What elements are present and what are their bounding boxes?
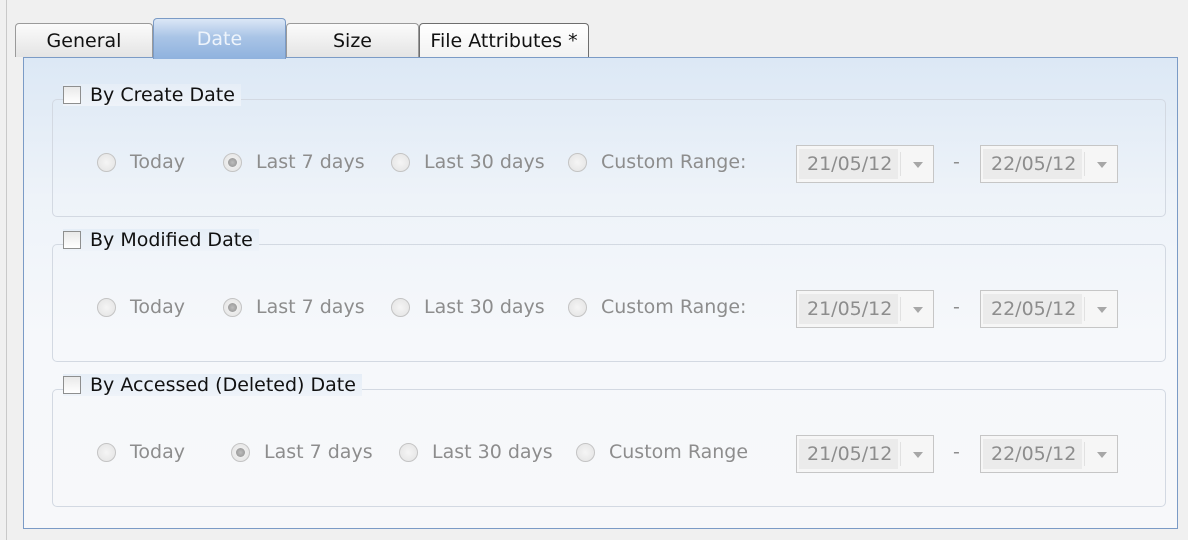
from-date-value: 21/05/12 xyxy=(799,294,899,324)
tab-general-label: General xyxy=(46,29,122,52)
create-date-options: Today Last 7 days Last 30 days Custom Ra… xyxy=(53,145,1165,183)
to-date-value: 22/05/12 xyxy=(983,294,1083,324)
date-tab-panel: By Create Date Today Last 7 days Last 30… xyxy=(23,57,1178,529)
option-label: Last 7 days xyxy=(256,296,365,318)
create-from-date-select[interactable]: 21/05/12 xyxy=(796,145,934,183)
accessed-date-options: Today Last 7 days Last 30 days Custom Ra… xyxy=(53,435,1165,473)
modified-custom-option[interactable]: Custom Range: xyxy=(568,296,746,318)
option-label: Last 30 days xyxy=(424,296,545,318)
radio-icon[interactable] xyxy=(97,152,116,172)
chevron-down-icon[interactable] xyxy=(913,452,923,458)
chevron-down-icon[interactable] xyxy=(1097,307,1107,313)
radio-icon[interactable] xyxy=(399,442,418,462)
create-date-header: By Create Date xyxy=(63,84,241,106)
tab-size[interactable]: Size xyxy=(286,23,419,57)
option-label: Custom Range: xyxy=(601,296,747,318)
tab-file-attributes[interactable]: File Attributes * xyxy=(419,23,589,57)
options-frame: General Date Size File Attributes * By C… xyxy=(6,0,1183,540)
accessed-date-checkbox[interactable] xyxy=(63,376,81,394)
radio-icon[interactable] xyxy=(568,297,587,317)
modified-date-checkbox[interactable] xyxy=(63,231,81,249)
modified-today-option[interactable]: Today xyxy=(97,296,185,318)
create-last7-option[interactable]: Last 7 days xyxy=(223,151,365,173)
create-custom-option[interactable]: Custom Range: xyxy=(568,151,746,173)
modified-date-header: By Modified Date xyxy=(63,229,259,251)
chevron-down-icon[interactable] xyxy=(913,307,923,313)
modified-last7-option[interactable]: Last 7 days xyxy=(223,296,365,318)
create-today-option[interactable]: Today xyxy=(97,151,185,173)
combo-separator xyxy=(900,442,901,466)
range-dash: - xyxy=(953,296,960,318)
option-label: Custom Range xyxy=(609,441,749,463)
option-label: Today xyxy=(130,441,185,463)
modified-date-group: By Modified Date Today Last 7 days Last … xyxy=(52,229,1166,362)
option-label: Last 7 days xyxy=(264,441,373,463)
modified-date-title: By Modified Date xyxy=(90,229,253,251)
option-label: Last 7 days xyxy=(256,151,365,173)
combo-separator xyxy=(1084,152,1085,176)
radio-icon[interactable] xyxy=(391,152,410,172)
from-date-value: 21/05/12 xyxy=(799,439,899,469)
create-date-title: By Create Date xyxy=(90,84,235,106)
accessed-from-date-select[interactable]: 21/05/12 xyxy=(796,435,934,473)
modified-date-options: Today Last 7 days Last 30 days Custom Ra… xyxy=(53,290,1165,328)
to-date-value: 22/05/12 xyxy=(983,439,1083,469)
radio-icon[interactable] xyxy=(97,442,116,462)
accessed-custom-option[interactable]: Custom Range xyxy=(576,441,748,463)
chevron-down-icon[interactable] xyxy=(1097,452,1107,458)
create-date-group: By Create Date Today Last 7 days Last 30… xyxy=(52,84,1166,217)
modified-last30-option[interactable]: Last 30 days xyxy=(391,296,545,318)
accessed-date-group: By Accessed (Deleted) Date Today Last 7 … xyxy=(52,374,1166,507)
modified-to-date-select[interactable]: 22/05/12 xyxy=(980,290,1118,328)
combo-separator xyxy=(900,152,901,176)
radio-selected-icon[interactable] xyxy=(223,152,242,172)
option-label: Today xyxy=(130,296,185,318)
accessed-today-option[interactable]: Today xyxy=(97,441,185,463)
chevron-down-icon[interactable] xyxy=(913,162,923,168)
option-label: Last 30 days xyxy=(432,441,553,463)
accessed-last30-option[interactable]: Last 30 days xyxy=(399,441,553,463)
radio-icon[interactable] xyxy=(576,442,595,462)
tab-file-attributes-label: File Attributes * xyxy=(430,29,578,52)
accessed-to-date-select[interactable]: 22/05/12 xyxy=(980,435,1118,473)
combo-separator xyxy=(900,297,901,321)
create-last30-option[interactable]: Last 30 days xyxy=(391,151,545,173)
radio-selected-icon[interactable] xyxy=(223,297,242,317)
range-dash: - xyxy=(953,441,960,463)
radio-icon[interactable] xyxy=(391,297,410,317)
combo-separator xyxy=(1084,297,1085,321)
accessed-last7-option[interactable]: Last 7 days xyxy=(231,441,373,463)
radio-icon[interactable] xyxy=(97,297,116,317)
accessed-date-header: By Accessed (Deleted) Date xyxy=(63,374,362,396)
tab-general[interactable]: General xyxy=(15,23,153,57)
create-to-date-select[interactable]: 22/05/12 xyxy=(980,145,1118,183)
radio-icon[interactable] xyxy=(568,152,587,172)
to-date-value: 22/05/12 xyxy=(983,149,1083,179)
tab-size-label: Size xyxy=(332,29,372,52)
tab-date-label: Date xyxy=(196,28,243,50)
accessed-date-title: By Accessed (Deleted) Date xyxy=(90,374,356,396)
modified-from-date-select[interactable]: 21/05/12 xyxy=(796,290,934,328)
tab-date[interactable]: Date xyxy=(153,18,286,59)
create-date-checkbox[interactable] xyxy=(63,86,81,104)
combo-separator xyxy=(1084,442,1085,466)
option-label: Custom Range: xyxy=(601,151,747,173)
range-dash: - xyxy=(953,151,960,173)
chevron-down-icon[interactable] xyxy=(1097,162,1107,168)
option-label: Last 30 days xyxy=(424,151,545,173)
option-label: Today xyxy=(130,151,185,173)
from-date-value: 21/05/12 xyxy=(799,149,899,179)
radio-selected-icon[interactable] xyxy=(231,442,250,462)
